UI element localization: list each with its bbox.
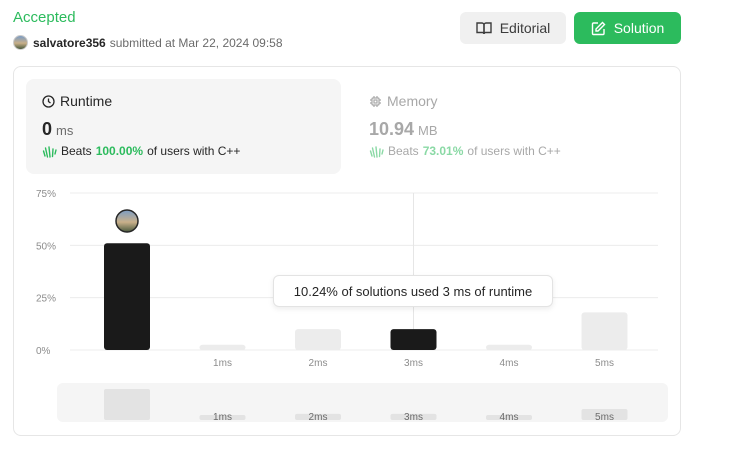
chart-bar-3ms[interactable] <box>390 329 437 350</box>
chart-bar-2ms[interactable] <box>295 329 341 350</box>
chart-tooltip: 10.24% of solutions used 3 ms of runtime <box>273 275 553 307</box>
navigator-label: 1ms <box>213 412 232 422</box>
navigator-label: 2ms <box>309 412 328 422</box>
chart-bar-1ms[interactable] <box>199 344 246 350</box>
chart-bar-0ms[interactable] <box>104 243 150 350</box>
navigator-label: 5ms <box>595 412 614 422</box>
y-tick-label: 0% <box>36 346 51 357</box>
y-tick-label: 50% <box>36 241 56 252</box>
chart-bar-5ms[interactable] <box>581 312 628 350</box>
y-tick-label: 75% <box>36 189 56 200</box>
user-avatar-marker <box>115 209 139 233</box>
x-tick-label: 1ms <box>213 358 232 369</box>
chart-range-navigator[interactable]: 1ms 2ms 3ms 4ms 5ms <box>57 383 668 422</box>
chart-bar-4ms[interactable] <box>486 344 532 350</box>
navigator-label: 4ms <box>500 412 519 422</box>
y-tick-label: 25% <box>36 294 56 305</box>
x-tick-label: 4ms <box>500 358 519 369</box>
x-tick-label: 5ms <box>595 358 614 369</box>
x-tick-label: 2ms <box>309 358 328 369</box>
navigator-bar <box>104 389 150 420</box>
navigator-label: 3ms <box>404 412 423 422</box>
x-tick-label: 3ms <box>404 358 423 369</box>
